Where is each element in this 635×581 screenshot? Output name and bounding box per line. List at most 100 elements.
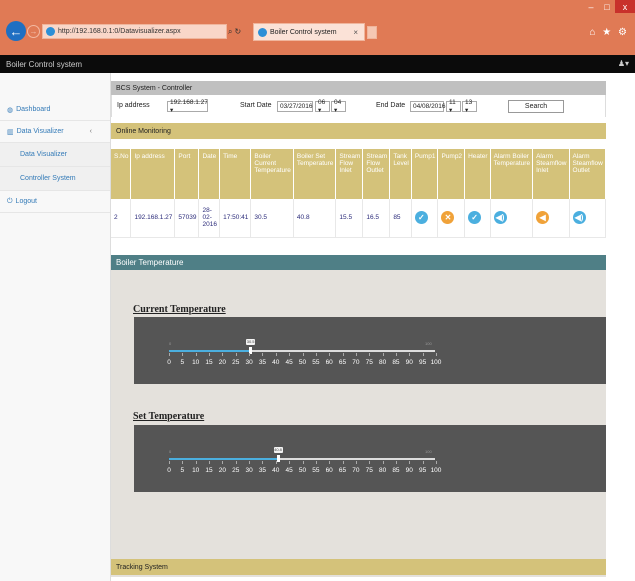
refresh-icon[interactable]: ↻ (234, 27, 241, 36)
current-temperature-title: Current Temperature (133, 304, 226, 315)
sidebar-item-logout[interactable]: ⏻ Logout (0, 191, 110, 213)
gauge-tick (436, 461, 437, 464)
minimize-button[interactable]: – (583, 0, 599, 13)
end-minute-select[interactable]: 13 ▾ (462, 99, 477, 114)
gauge-tick-label: 60 (325, 359, 333, 366)
boiler-temperature-section: Boiler Temperature Current Temperature 0… (111, 255, 606, 577)
gauge-tick-label: 15 (205, 467, 213, 474)
tab-ie-icon (258, 27, 267, 37)
gauge-tick-label: 25 (232, 359, 240, 366)
gauge-tick-label: 45 (285, 359, 293, 366)
gauge-tick-label: 80 (378, 359, 387, 366)
browser-chrome: – □ x ← → http://192.168.0.1:0/Datavisua… (0, 0, 635, 55)
gauge-tick (169, 353, 170, 356)
maximize-button[interactable]: □ (599, 0, 615, 13)
cell-tank-level: 85 (389, 199, 412, 238)
address-tools: ⌕ ↻ (228, 24, 250, 39)
cell-flow-inlet: 15.5 (335, 199, 364, 238)
gauge-tick (222, 353, 224, 356)
window-controls: – □ x (583, 0, 635, 13)
address-bar[interactable]: http://192.168.0.1:0/Datavisualizer.aspx (42, 24, 227, 39)
gauge-tick-label: 15 (205, 359, 213, 366)
end-hour-select[interactable]: 11 ▾ (446, 99, 461, 114)
forward-arrow-icon[interactable]: → (27, 25, 40, 38)
column-header: Ip address (130, 149, 176, 199)
gauge-tick-label: 40 (272, 359, 280, 366)
search-button[interactable]: Search (508, 100, 564, 113)
ip-select[interactable]: 192.168.1.27 ▾ (167, 99, 208, 114)
gauge-tick (275, 461, 277, 464)
start-date-input[interactable]: 03/27/2016 (277, 101, 313, 112)
close-window-button[interactable]: x (615, 0, 635, 13)
gauge-tick-label: 35 (258, 359, 267, 366)
tab-close-icon[interactable]: × (353, 28, 358, 37)
gauge-tick-label: 100 (430, 359, 442, 366)
gauge-tick-label: 95 (419, 359, 427, 366)
home-favorites-settings-icons[interactable]: ⌂ ★ ⚙ (589, 27, 629, 38)
column-header: Alarm Steamflow Outlet (569, 149, 607, 199)
gauge-tick (182, 353, 184, 356)
sidebar-item-label: Data Visualizer (20, 151, 67, 158)
gauge-min-label: 0 (169, 341, 172, 346)
gauge-tick-label: 0 (167, 359, 171, 366)
heater-check-icon[interactable]: ✓ (468, 211, 482, 225)
gauge-tick-label: 10 (192, 467, 200, 474)
column-header: Alarm Boiler Temperature (490, 149, 534, 199)
gauge-tick (395, 461, 397, 464)
gauge-tick-label: 45 (285, 467, 293, 474)
gauge-tick (169, 461, 170, 464)
app-title: Boiler Control system (6, 59, 83, 69)
start-hour-select[interactable]: 06 ▾ (315, 99, 330, 114)
current-temperature-gauge: 0 100 30.5 0 5 10 15 20 25 30 35 40 45 50 55 60 65 70 7… (134, 317, 606, 384)
new-tab-button[interactable] (367, 26, 377, 39)
gauge-tick (355, 461, 357, 464)
chevron-left-icon: ‹ (89, 128, 92, 135)
column-header: Stream Flow Inlet (335, 149, 364, 199)
gauge-tick (342, 461, 344, 464)
gauge-fill (169, 350, 251, 352)
pump2-off-icon[interactable]: ✕ (441, 211, 455, 225)
start-minute-select[interactable]: 04 ▾ (331, 99, 346, 114)
gauge-ticks (164, 353, 441, 357)
gauge-tick-label: 65 (338, 467, 347, 474)
table-row: 2 192.168.1.27 57039 28-02-2016 17:50:41… (111, 199, 607, 238)
dashboard-icon: ◍ (7, 106, 14, 114)
gauge-tick (289, 461, 291, 464)
column-header: Alarm Steamflow Inlet (532, 149, 570, 199)
gauge-max-label: 100 (425, 449, 432, 454)
cell-sno: 2 (111, 199, 132, 238)
alarm-outlet-speaker-icon[interactable]: ◀) (572, 211, 586, 225)
sidebar-item-data-visualizer[interactable]: ▥ Data Visualizer ‹ (0, 121, 110, 143)
gauge-tick-label: 25 (232, 467, 240, 474)
browser-tab[interactable]: Boiler Control system × (253, 23, 365, 41)
sidebar: ◍ Dashboard ▥ Data Visualizer ‹ Data Vis… (0, 73, 111, 581)
sidebar-subitem-data-visualizer[interactable]: Data Visualizer (0, 143, 110, 167)
gauge-tick-label: 85 (392, 467, 400, 474)
user-menu-icon[interactable]: ♟▾ (618, 59, 629, 68)
alarm-inlet-speaker-icon[interactable]: ◀ (536, 211, 550, 225)
gauge-fill (169, 458, 278, 460)
gauge-tick (209, 461, 211, 464)
gauge-min-label: 0 (169, 449, 172, 454)
gauge-tick (235, 353, 237, 356)
sidebar-item-dashboard[interactable]: ◍ Dashboard (0, 99, 110, 121)
pump1-check-icon[interactable]: ✓ (414, 211, 428, 225)
gauge-scale-labels: 0 5 10 15 20 25 30 35 40 45 50 55 60 65 70 75 80 85 90 95 10… (164, 359, 441, 367)
cell-date: 28-02-2016 (198, 199, 221, 238)
alarm-boiler-speaker-icon[interactable]: ◀) (493, 211, 507, 225)
gauge-tick-label: 50 (298, 467, 307, 474)
cell-port: 57039 (174, 199, 200, 238)
gauge-tick (262, 461, 264, 464)
gauge-tick (329, 461, 331, 464)
gauge-tick (382, 353, 384, 356)
sidebar-subitem-controller-system[interactable]: Controller System (0, 167, 110, 191)
gauge-tick-label: 70 (352, 359, 360, 366)
gauge-tick (195, 461, 197, 464)
gauge-tick-label: 70 (352, 467, 360, 474)
gauge-tick-label: 95 (419, 467, 427, 474)
back-arrow-icon[interactable]: ← (6, 21, 26, 41)
search-icon[interactable]: ⌕ (228, 27, 232, 37)
column-header: Pump2 (437, 149, 466, 199)
tab-title: Boiler Control system (270, 28, 337, 36)
end-date-input[interactable]: 04/08/2016 (410, 101, 446, 112)
